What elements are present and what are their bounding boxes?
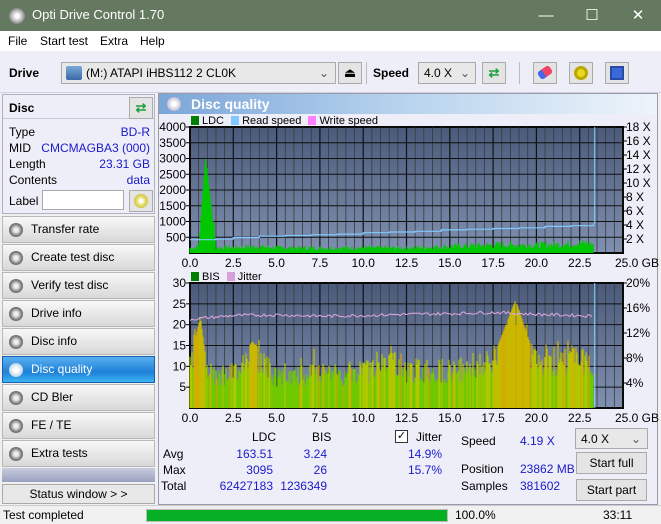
- ldc-total: 62427183: [219, 479, 273, 493]
- y-left-tick-label: 15: [173, 339, 187, 353]
- x-tick-label: 12.5: [395, 411, 419, 425]
- x-tick-label: 20.0: [525, 411, 549, 425]
- y-left-tick-label: 20: [173, 318, 187, 332]
- y-left-tick-label: 4000: [159, 120, 186, 134]
- x-tick-label: 7.5: [312, 256, 329, 270]
- y-right-tick-label: 4 X: [626, 218, 644, 232]
- bis-total: 1236349: [280, 479, 327, 493]
- x-tick-label: 22.5: [568, 256, 592, 270]
- x-tick-label: 17.5: [481, 256, 505, 270]
- x-tick-label: 17.5: [481, 411, 505, 425]
- x-tick-label: 2.5: [225, 411, 242, 425]
- x-tick-label: 15.0: [438, 256, 462, 270]
- x-tick-label: 5.0: [268, 256, 285, 270]
- y-right-tick-label: 6 X: [626, 204, 644, 218]
- y-left-tick-label: 25: [173, 297, 187, 311]
- ldc-header: LDC: [252, 430, 277, 444]
- x-tick-label: 10.0: [352, 256, 376, 270]
- samples-value: 381602: [520, 479, 561, 493]
- x-tick-label: 15.0: [438, 411, 462, 425]
- y-right-tick-label: 10 X: [626, 176, 651, 190]
- y-left-tick-label: 3000: [159, 152, 186, 166]
- progress-fill: [147, 510, 447, 521]
- status-text: Test completed: [3, 508, 84, 522]
- test-speed-value: 4.0 X: [581, 432, 610, 446]
- y-left-tick-label: 3500: [159, 136, 186, 150]
- ldc-max: 3095: [246, 463, 273, 477]
- y-left-tick-label: 5: [179, 380, 186, 394]
- y-left-tick-label: 30: [173, 276, 187, 290]
- chevron-down-icon: ⌄: [630, 432, 641, 446]
- ldc-chart: 0.0 2.5 5.0 7.5 10.0 12.5 15.0 17.5 20.0 22.5 25.0…: [159, 120, 659, 270]
- start-part-button[interactable]: Start part: [576, 479, 647, 501]
- progress-text: 100.0%: [455, 508, 496, 522]
- jitter-label: Jitter: [416, 430, 443, 444]
- y-left-tick-label: 1000: [159, 215, 186, 229]
- y-right-tick-label: 16%: [626, 301, 650, 315]
- x-tick-label: 0.0: [182, 411, 199, 425]
- y-right-tick-label: 16 X: [626, 134, 651, 148]
- x-tick-label: 25.0 GB: [615, 256, 659, 270]
- y-right-tick-label: 18 X: [626, 120, 651, 134]
- bis-header: BIS: [312, 430, 332, 444]
- y-left-tick-label: 2500: [159, 167, 186, 181]
- bis-avg: 3.24: [303, 447, 327, 461]
- x-tick-label: 5.0: [268, 411, 285, 425]
- position-label: Position: [461, 462, 504, 476]
- max-label: Max: [163, 463, 186, 477]
- elapsed-time: 33:11: [603, 508, 633, 522]
- bis-max: 26: [313, 463, 327, 477]
- x-tick-label: 7.5: [312, 411, 329, 425]
- y-right-tick-label: 12 X: [626, 162, 651, 176]
- ldc-avg: 163.51: [236, 447, 273, 461]
- charts-svg: 0.0 2.5 5.0 7.5 10.0 12.5 15.0 17.5 20.0 22.5 25.0…: [159, 120, 659, 425]
- jitter-max: 15.7%: [407, 463, 442, 477]
- avg-label: Avg: [163, 447, 184, 461]
- position-value: 23862 MB: [520, 462, 575, 476]
- start-full-button[interactable]: Start full: [576, 452, 647, 474]
- y-right-tick-label: 8%: [626, 351, 644, 365]
- x-tick-label: 25.0 GB: [615, 411, 659, 425]
- x-tick-label: 12.5: [395, 256, 419, 270]
- jitter-avg: 14.9%: [407, 447, 442, 461]
- x-tick-label: 2.5: [225, 256, 242, 270]
- samples-label: Samples: [461, 479, 508, 493]
- x-tick-label: 0.0: [182, 256, 199, 270]
- test-speed-select[interactable]: 4.0 X ⌄: [575, 428, 648, 449]
- y-left-tick-label: 10: [173, 359, 187, 373]
- y-left-tick-label: 1500: [159, 199, 186, 213]
- progress-bar: [146, 509, 448, 522]
- y-right-tick-label: 4%: [626, 376, 644, 390]
- x-tick-label: 22.5: [568, 411, 592, 425]
- bis-chart: 0.0 2.5 5.0 7.5 10.0 12.5 15.0 17.5 20.0 22.5 25.0…: [173, 276, 659, 425]
- total-label: Total: [161, 479, 187, 493]
- x-tick-label: 20.0: [525, 256, 549, 270]
- x-tick-label: 10.0: [352, 411, 376, 425]
- y-right-tick-label: 20%: [626, 276, 650, 290]
- y-right-tick-label: 12%: [626, 326, 650, 340]
- jitter-checkbox[interactable]: ✓: [395, 430, 408, 443]
- speed-stat-value: 4.19 X: [520, 434, 555, 448]
- speed-stat-label: Speed: [461, 434, 496, 448]
- y-right-tick-label: 2 X: [626, 232, 644, 246]
- y-left-tick-label: 500: [166, 230, 186, 244]
- y-left-tick-label: 2000: [159, 183, 186, 197]
- y-right-tick-label: 8 X: [626, 190, 644, 204]
- y-right-tick-label: 14 X: [626, 148, 651, 162]
- status-bar: Test completed 100.0% 33:11: [0, 505, 661, 524]
